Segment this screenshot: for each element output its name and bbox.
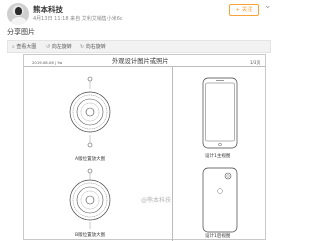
patent-image[interactable]: 2019.08.06 | 9a 外观设计图片或照片 1/3页 A版位置放大图 B… (23, 54, 266, 241)
doc-header-divider (24, 66, 265, 67)
avatar-body (10, 16, 28, 25)
rotate-left-label: 向左旋转 (51, 44, 72, 50)
doc-title: 外观设计图片或照片 (112, 58, 169, 65)
rotate-left-button[interactable]: ↺ 向左旋转 (46, 43, 72, 50)
ring-drawing-b (69, 168, 111, 229)
rotate-right-icon: ↻ (80, 44, 85, 50)
author-name[interactable]: 熊本科技 (33, 4, 63, 15)
phone-front-drawing (202, 77, 238, 149)
rotate-right-label: 向右旋转 (85, 44, 106, 50)
watermark: @熊本科技 (141, 197, 172, 204)
avatar[interactable] (7, 3, 29, 25)
rotate-left-icon: ↺ (46, 44, 51, 50)
caption-ring-b: B版位置放大图 (75, 233, 106, 238)
ring-drawing-a (69, 76, 111, 148)
phone-back-drawing (202, 167, 238, 233)
chevron-down-icon[interactable]: ⌄ (264, 1, 272, 11)
follow-button[interactable]: + 关注 (229, 4, 259, 16)
image-toolbar: ⌕ 查看大图 ↺ 向左旋转 ↻ 向右旋转 (7, 40, 271, 53)
view-large-button[interactable]: ⌕ 查看大图 (12, 43, 36, 50)
caption-phone-back: 设计1后视图 (205, 234, 231, 239)
rotate-right-button[interactable]: ↻ 向右旋转 (80, 43, 106, 50)
view-large-label: 查看大图 (16, 44, 37, 50)
post-text: 分享图片 (7, 28, 35, 36)
doc-column-divider (172, 66, 173, 241)
post-meta: 4月13日 11:18 来自 艾利艾销售小米6c (33, 16, 123, 22)
avatar-head (15, 7, 22, 15)
doc-date: 2019.08.06 | 9a (32, 60, 63, 65)
caption-ring-a: A版位置放大图 (75, 157, 106, 162)
caption-phone-front: 设计1主视图 (205, 154, 231, 159)
search-icon: ⌕ (12, 44, 15, 50)
